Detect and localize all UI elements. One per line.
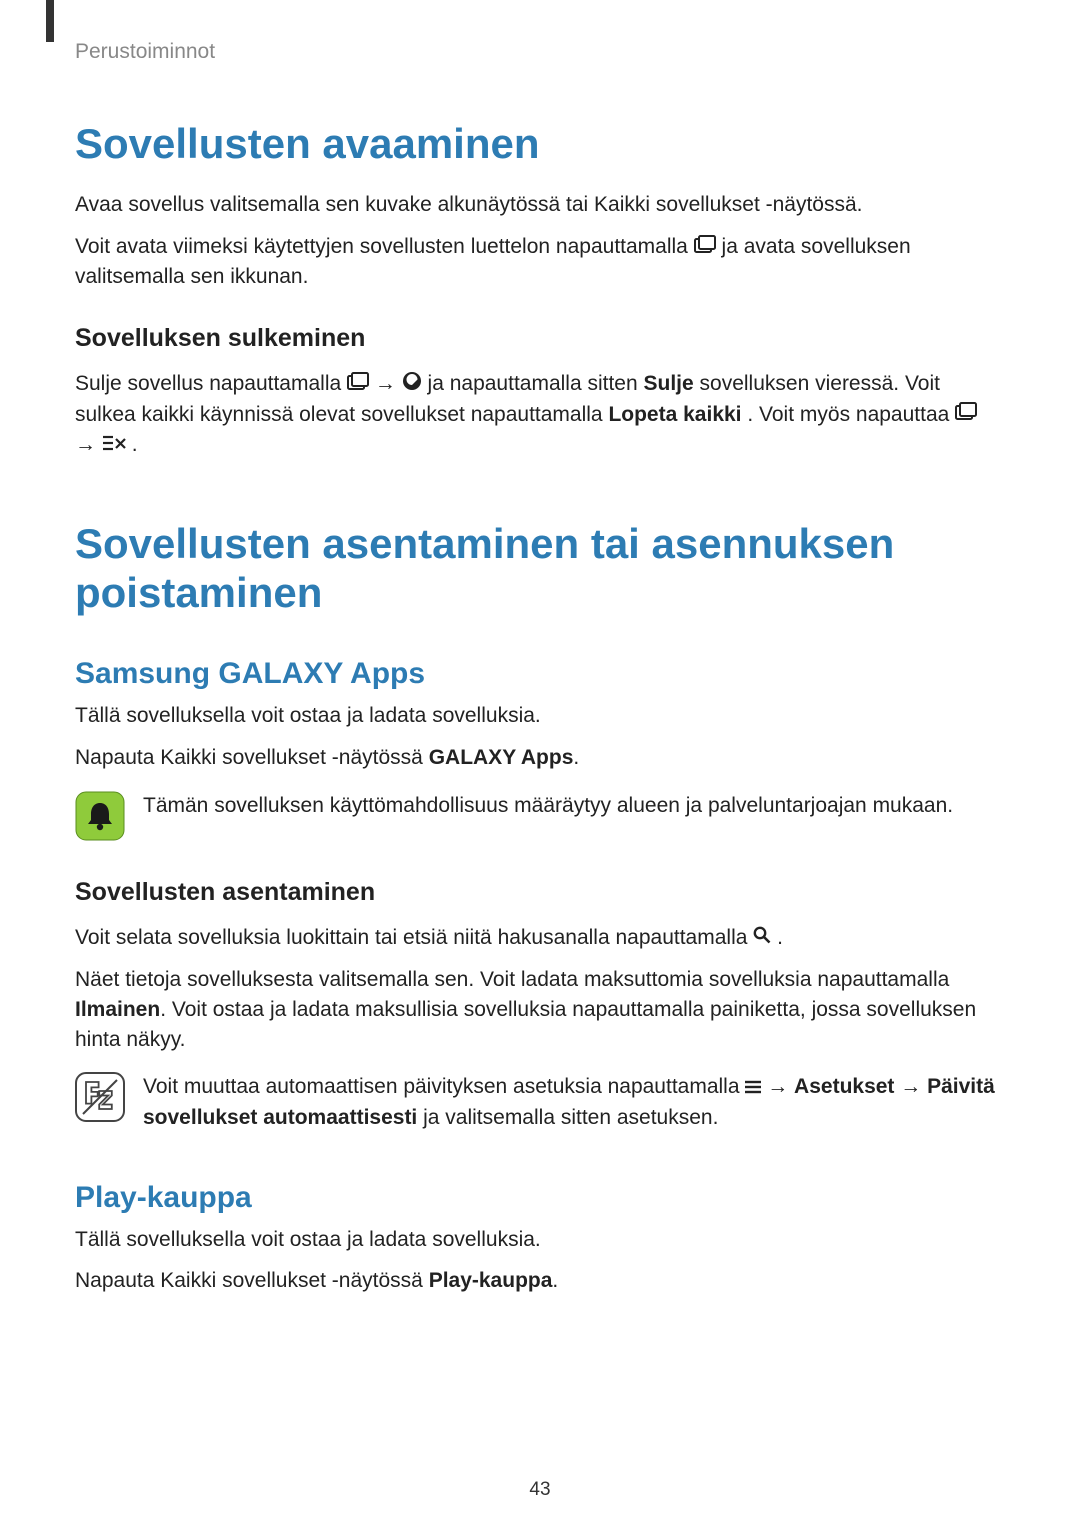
text: ja napauttamalla sitten — [428, 372, 644, 395]
paragraph: Tällä sovelluksella voit ostaa ja ladata… — [75, 1225, 995, 1255]
page-tab-marker — [46, 0, 54, 42]
recent-apps-icon — [694, 233, 716, 263]
paragraph: Sulje sovellus napauttamalla → ja napaut… — [75, 369, 995, 460]
bold-text: Sulje — [644, 372, 694, 395]
text: Voit avata viimeksi käytettyjen sovellus… — [75, 235, 694, 258]
task-manager-icon — [402, 370, 422, 400]
paragraph: Avaa sovellus valitsemalla sen kuvake al… — [75, 190, 995, 220]
paragraph: Voit selata sovelluksia luokittain tai e… — [75, 923, 995, 953]
page-number: 43 — [0, 1479, 1080, 1501]
paragraph: Napauta Kaikki sovellukset -näytössä Pla… — [75, 1266, 995, 1296]
note-text: Voit muuttaa automaattisen päivityksen a… — [143, 1072, 995, 1132]
document-page: Perustoiminnot Sovellusten avaaminen Ava… — [0, 0, 1080, 1527]
paragraph: Napauta Kaikki sovellukset -näytössä GAL… — [75, 743, 995, 773]
bold-text: Play-kauppa — [429, 1269, 553, 1292]
text: . Voit ostaa ja ladata maksullisia sovel… — [75, 998, 976, 1051]
text: . — [132, 433, 138, 456]
paragraph: Tällä sovelluksella voit ostaa ja ladata… — [75, 701, 995, 731]
heading-galaxy-apps: Samsung GALAXY Apps — [75, 657, 995, 691]
text: Napauta Kaikki sovellukset -näytössä — [75, 746, 429, 769]
text: . — [777, 926, 783, 949]
paragraph: Voit avata viimeksi käytettyjen sovellus… — [75, 232, 995, 292]
close-all-icon — [102, 431, 126, 461]
paragraph: Näet tietoja sovelluksesta valitsemalla … — [75, 965, 995, 1054]
note-autoupdate: Voit muuttaa automaattisen päivityksen a… — [75, 1072, 995, 1132]
bold-text: Asetukset — [794, 1075, 894, 1098]
text: Sulje sovellus napauttamalla — [75, 372, 347, 395]
text: . Voit myös napauttaa — [747, 403, 955, 426]
text: Näet tietoja sovelluksesta valitsemalla … — [75, 968, 949, 991]
text: → — [375, 372, 402, 395]
heading-apps-open: Sovellusten avaaminen — [75, 120, 995, 168]
text: . — [573, 746, 579, 769]
note-bell-icon — [75, 791, 125, 846]
text: → — [894, 1075, 927, 1098]
note-info-icon — [75, 1072, 125, 1127]
search-icon — [753, 923, 771, 953]
text: ja valitsemalla sitten asetuksen. — [417, 1106, 718, 1129]
heading-install-uninstall: Sovellusten asentaminen tai asennuksen p… — [75, 520, 995, 617]
menu-icon — [745, 1073, 761, 1103]
text: → — [767, 1075, 794, 1098]
note-text: Tämän sovelluksen käyttömahdollisuus mää… — [143, 791, 995, 821]
heading-close-app: Sovelluksen sulkeminen — [75, 324, 995, 353]
recent-apps-icon — [347, 370, 369, 400]
recent-apps-icon — [955, 400, 977, 430]
text: → — [75, 433, 102, 456]
note-availability: Tämän sovelluksen käyttömahdollisuus mää… — [75, 791, 995, 846]
heading-play-store: Play-kauppa — [75, 1181, 995, 1215]
breadcrumb: Perustoiminnot — [75, 40, 995, 64]
text: . — [552, 1269, 558, 1292]
bold-text: GALAXY Apps — [429, 746, 574, 769]
heading-install-apps: Sovellusten asentaminen — [75, 878, 995, 907]
bold-text: Lopeta kaikki — [608, 403, 741, 426]
text: Voit selata sovelluksia luokittain tai e… — [75, 926, 753, 949]
bold-text: Ilmainen — [75, 998, 160, 1021]
text: Napauta Kaikki sovellukset -näytössä — [75, 1269, 429, 1292]
text: Voit muuttaa automaattisen päivityksen a… — [143, 1075, 745, 1098]
